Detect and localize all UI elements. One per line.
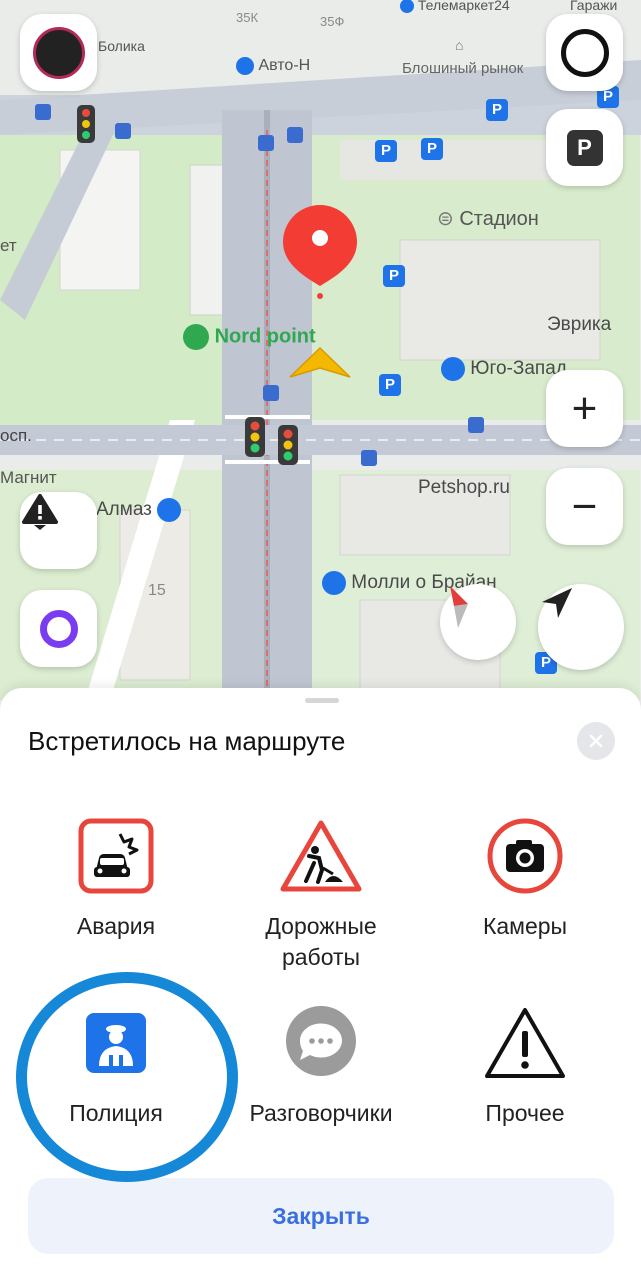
alice-assistant-button[interactable] <box>546 14 623 91</box>
poi-bolika[interactable]: Болика <box>98 38 145 54</box>
street-label: ет <box>0 236 17 255</box>
car-crash-icon <box>78 818 154 894</box>
parking-layer-icon: P <box>566 129 603 166</box>
basket-icon: ⌂ <box>455 37 464 53</box>
traffic-light-icon <box>278 425 298 465</box>
camera-icon <box>487 818 563 894</box>
building-number-label: 35Ф <box>320 14 345 29</box>
poi-nordpoint[interactable]: Nord point <box>183 324 316 350</box>
poi-magnit[interactable]: Магнит <box>0 468 57 488</box>
car-service-icon <box>236 57 254 75</box>
dental-clinic-icon <box>441 357 465 381</box>
traffic-light-icon <box>77 105 95 143</box>
poi-stadium[interactable]: ⊜ Стадион <box>437 206 539 231</box>
poi-label: Телемаркет24 <box>417 0 510 13</box>
close-icon <box>589 734 603 748</box>
poi-auto[interactable]: Авто-Н <box>236 57 310 75</box>
my-location-button[interactable] <box>538 584 624 670</box>
compass-button[interactable] <box>440 584 516 660</box>
event-cameras[interactable]: Камеры <box>425 811 625 942</box>
poi-label: Стадион <box>459 208 539 230</box>
event-cameras-label: Камеры <box>482 913 568 939</box>
sheet-title: Встретилось на маршруте <box>28 726 346 756</box>
chat-icon <box>286 1006 356 1076</box>
event-chat-label: Разговорчики <box>249 1100 393 1126</box>
avatar <box>32 26 85 79</box>
poi-petshop[interactable]: Petshop.ru <box>418 477 510 499</box>
compass-icon <box>450 586 468 628</box>
parking-icon[interactable]: P <box>486 99 508 121</box>
poi-label: Nord point <box>214 325 316 348</box>
event-accident[interactable]: Авария <box>16 811 216 942</box>
poi-flea-market[interactable]: Блошиный рынок <box>402 60 523 77</box>
location-pin-icon <box>400 0 414 14</box>
zoom-out-button[interactable]: − <box>546 468 623 545</box>
poi-label: Авто-Н <box>258 57 311 75</box>
event-other-label: Прочее <box>485 1100 565 1126</box>
event-roadworks-label: Дорожные работы <box>221 911 421 973</box>
building <box>399 239 601 361</box>
warning-plus-icon <box>22 494 58 530</box>
traffic-light-icon <box>245 417 265 457</box>
poi-yugo[interactable]: Юго-Запад <box>441 357 567 381</box>
label-line: Дорожные <box>265 913 377 939</box>
parking-icon[interactable]: P <box>375 140 397 162</box>
poi-label: Гаражи <box>570 0 618 13</box>
poi-label: Алмаз <box>96 499 152 521</box>
bus-stop-icon[interactable] <box>263 385 279 401</box>
poi-telemarket[interactable]: Телемаркет24 <box>400 0 510 14</box>
bus-stop-icon[interactable] <box>35 104 51 120</box>
parking-icon[interactable]: P <box>421 138 443 160</box>
bus-stop-icon[interactable] <box>258 135 274 151</box>
close-button[interactable]: Закрыть <box>28 1178 614 1254</box>
label-line: работы <box>281 944 361 970</box>
parking-icon[interactable]: P <box>383 265 405 287</box>
profile-button[interactable] <box>20 14 97 91</box>
event-chat[interactable]: Разговорчики <box>221 998 421 1129</box>
bar-icon <box>322 571 346 595</box>
event-other[interactable]: Прочее <box>425 998 625 1129</box>
building-number-label: 35К <box>236 10 259 25</box>
assistant-ring-icon <box>560 28 609 77</box>
event-accident-label: Авария <box>76 913 156 939</box>
bus-stop-icon[interactable] <box>287 127 303 143</box>
poi-evrika[interactable]: Эврика <box>547 314 611 336</box>
warning-icon <box>485 1008 565 1078</box>
event-roadworks[interactable]: Дорожные работы <box>221 811 421 973</box>
sheet-handle[interactable] <box>305 698 339 703</box>
stadium-icon: ⊜ <box>437 208 454 230</box>
report-event-button[interactable] <box>20 492 97 569</box>
alice-icon <box>39 609 78 648</box>
building-number-label: 15 <box>148 582 166 599</box>
navigation-arrow-icon <box>542 588 572 618</box>
fuel-station-icon <box>183 324 209 350</box>
zoom-in-button[interactable]: + <box>546 370 623 447</box>
alice-voice-button[interactable] <box>20 590 97 667</box>
highlight-circle-annotation <box>16 972 238 1182</box>
road-works-icon <box>280 820 362 892</box>
parking-layer-button[interactable]: P <box>546 109 623 186</box>
map-view[interactable]: 35К 35Ф Телемаркет24 Гаражи Болика Авто-… <box>0 0 641 700</box>
poi-almaz[interactable]: Алмаз <box>96 498 182 522</box>
parking-icon[interactable]: P <box>379 374 401 396</box>
bus-stop-icon[interactable] <box>468 417 484 433</box>
bus-stop-icon[interactable] <box>361 450 377 466</box>
poi-garage[interactable]: Гаражи <box>570 0 617 13</box>
close-sheet-button[interactable] <box>577 722 615 760</box>
fitness-icon <box>157 498 182 522</box>
street-label: осп. <box>0 426 32 445</box>
bus-stop-icon[interactable] <box>115 123 131 139</box>
